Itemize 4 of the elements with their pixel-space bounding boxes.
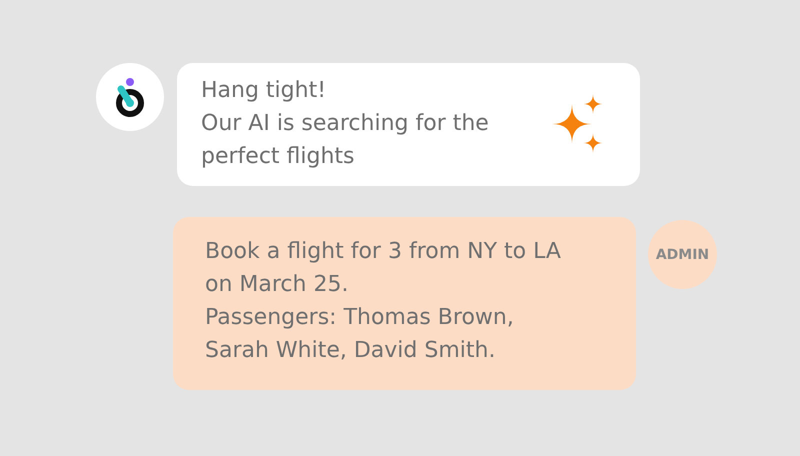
logo-icon — [113, 77, 147, 117]
user-avatar: ADMIN — [648, 220, 717, 289]
message-text: Hang tight! Our AI is searching for the perfect flights — [201, 77, 489, 171]
message-text: Book a flight for 3 from NY to LA on March 25. Passengers: Thomas Brown, Sarah White, David Smith. — [205, 238, 561, 364]
